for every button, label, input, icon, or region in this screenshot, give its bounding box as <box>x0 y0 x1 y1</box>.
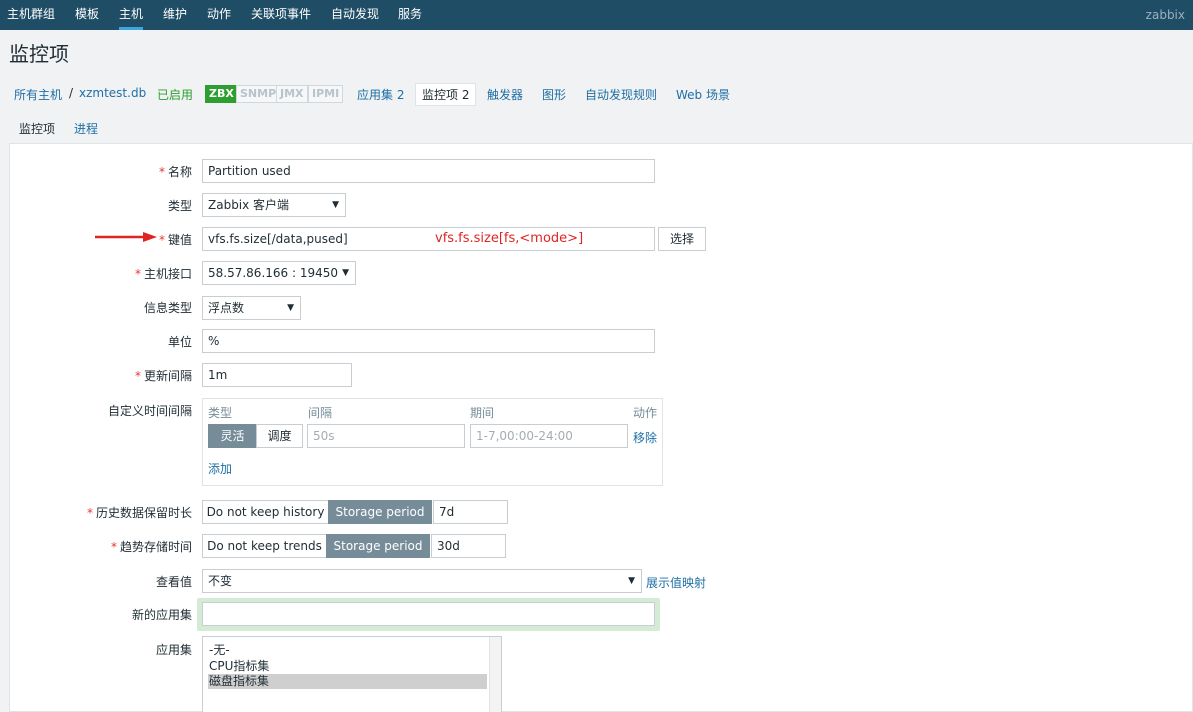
badge-ipmi: IPMI <box>308 85 344 103</box>
custom-period-input[interactable]: 1-7,00:00-24:00 <box>470 424 628 448</box>
interval-label: * 更新间隔 <box>134 369 192 383</box>
custom-interval-input[interactable]: 50s <box>307 424 465 448</box>
crumb-host[interactable]: xzmtest.db <box>79 86 146 100</box>
apps-option[interactable]: -无- <box>208 643 487 658</box>
scrollbar[interactable] <box>489 637 501 712</box>
crumb-discovery-rules[interactable]: 自动发现规则 <box>585 86 657 103</box>
trends-label: * 趋势存储时间 <box>110 540 192 554</box>
chevron-down-icon: ▼ <box>342 268 349 278</box>
name-input[interactable]: Partition used <box>202 159 655 183</box>
nav-actions[interactable]: 动作 <box>207 0 231 30</box>
status-enabled[interactable]: 已启用 <box>157 86 193 103</box>
type-select[interactable]: Zabbix 客户端 ▼ <box>202 193 346 217</box>
key-label: * 键值 <box>158 233 192 247</box>
type-label: 类型 <box>167 199 192 213</box>
trends-input[interactable]: 30d <box>431 534 506 558</box>
crumb-all-hosts[interactable]: 所有主机 <box>14 86 62 103</box>
chevron-down-icon: ▼ <box>332 200 339 210</box>
crumb-applications[interactable]: 应用集 2 <box>357 86 404 103</box>
history-input[interactable]: 7d <box>433 500 508 524</box>
nav-discovery[interactable]: 自动发现 <box>331 0 379 30</box>
unit-label: 单位 <box>167 335 192 349</box>
nav-maintenance[interactable]: 维护 <box>163 0 187 30</box>
interval-input[interactable]: 1m <box>202 363 352 387</box>
badge-jmx: JMX <box>276 85 308 103</box>
trends-no-keep-toggle[interactable]: Do not keep trends <box>202 534 327 558</box>
top-nav: 主机群组 模板 主机 维护 动作 关联项事件 自动发现 服务 zabbix <box>0 0 1193 30</box>
history-label: * 历史数据保留时长 <box>86 506 192 520</box>
scheduling-toggle[interactable]: 调度 <box>256 424 303 448</box>
col-action-header: 动作 <box>633 406 658 420</box>
remove-link[interactable]: 移除 <box>633 429 657 446</box>
tab-preprocessing[interactable]: 进程 <box>74 120 98 143</box>
nav-templates[interactable]: 模板 <box>75 0 99 30</box>
apps-option-selected[interactable]: 磁盘指标集 <box>208 674 487 689</box>
crumb-items[interactable]: 监控项 2 <box>415 83 477 106</box>
apps-label: 应用集 <box>155 643 192 657</box>
page-title: 监控项 <box>9 42 69 66</box>
interface-select[interactable]: 58.57.86.166 : 19450 ▼ <box>202 261 356 285</box>
col-interval-header: 间隔 <box>308 406 333 420</box>
custom-intervals-label: 自定义时间间隔 <box>107 404 192 418</box>
new-app-label: 新的应用集 <box>131 608 192 622</box>
unit-input[interactable]: % <box>202 329 655 353</box>
key-input[interactable]: vfs.fs.size[/data,pused] <box>202 227 655 251</box>
col-period-header: 期间 <box>470 406 495 420</box>
interface-label: * 主机接口 <box>134 267 192 281</box>
crumb-triggers[interactable]: 触发器 <box>487 86 523 103</box>
info-type-select[interactable]: 浮点数 ▼ <box>202 296 301 320</box>
show-value-select[interactable]: 不变 ▼ <box>202 569 642 593</box>
col-type-header: 类型 <box>208 406 233 420</box>
name-label: * 名称 <box>158 165 192 179</box>
nav-services[interactable]: 服务 <box>398 0 422 30</box>
chevron-down-icon: ▼ <box>287 303 294 313</box>
nav-host-groups[interactable]: 主机群组 <box>7 0 55 30</box>
badge-zbx: ZBX <box>205 85 238 103</box>
badge-snmp: SNMP <box>236 85 281 103</box>
apps-listbox[interactable]: -无- CPU指标集 磁盘指标集 <box>202 636 502 712</box>
show-value-label: 查看值 <box>155 575 192 589</box>
crumb-separator: / <box>69 86 74 100</box>
add-interval-link[interactable]: 添加 <box>208 460 232 477</box>
key-hint-annotation: vfs.fs.size[fs,<mode>] <box>435 231 584 246</box>
apps-option[interactable]: CPU指标集 <box>208 659 487 674</box>
trends-storage-toggle[interactable]: Storage period <box>326 534 430 558</box>
nav-hosts[interactable]: 主机 <box>119 0 144 30</box>
nav-event-correlation[interactable]: 关联项事件 <box>251 0 311 30</box>
crumb-graphs[interactable]: 图形 <box>542 86 566 103</box>
tab-bar: 监控项 进程 <box>9 116 1193 146</box>
history-no-keep-toggle[interactable]: Do not keep history <box>202 500 329 524</box>
red-arrow-annotation <box>95 232 157 242</box>
crumb-web-scenarios[interactable]: Web 场景 <box>676 86 730 103</box>
breadcrumb: 所有主机 / xzmtest.db 已启用 ZBX SNMP JMX IPMI … <box>0 80 1193 108</box>
custom-intervals-table: 类型 间隔 期间 动作 灵活 调度 50s 1-7,00:00-24:00 移除… <box>202 398 663 486</box>
chevron-down-icon: ▼ <box>628 576 635 586</box>
flexible-toggle[interactable]: 灵活 <box>208 424 257 448</box>
key-select-button[interactable]: 选择 <box>658 227 706 251</box>
new-app-input[interactable] <box>202 602 655 626</box>
history-storage-toggle[interactable]: Storage period <box>328 500 432 524</box>
brand-label: zabbix <box>1145 8 1185 22</box>
info-type-label: 信息类型 <box>143 301 192 315</box>
show-value-mapping-link[interactable]: 展示值映射 <box>646 574 706 591</box>
